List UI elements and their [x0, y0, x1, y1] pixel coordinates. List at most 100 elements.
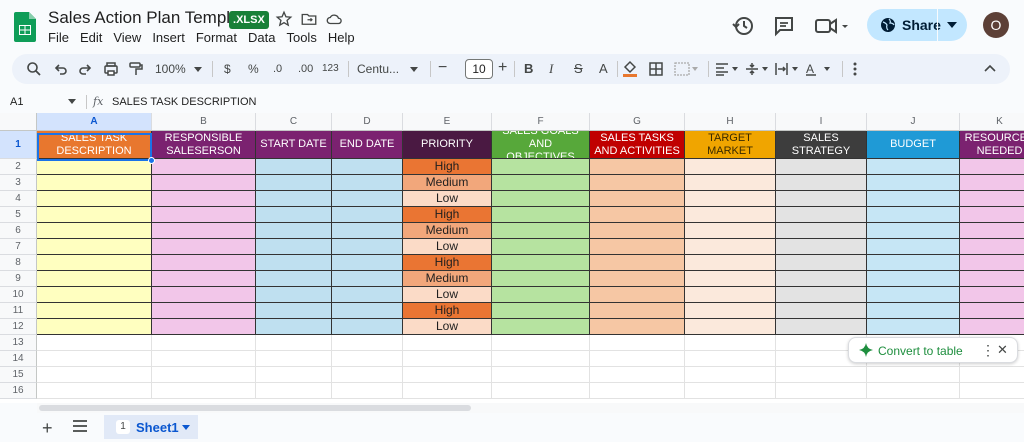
text-wrapping-icon[interactable]	[775, 61, 799, 77]
row-header-7[interactable]: 7	[0, 239, 37, 255]
data-cell[interactable]	[685, 287, 776, 303]
column-header-e[interactable]: E	[403, 113, 492, 131]
empty-cell[interactable]	[152, 367, 256, 383]
header-cell-h[interactable]: TARGET MARKET	[685, 131, 776, 159]
row-header-3[interactable]: 3	[0, 175, 37, 191]
header-cell-k[interactable]: RESOURCES NEEDED	[960, 131, 1024, 159]
data-cell[interactable]	[960, 191, 1024, 207]
cloud-saved-icon[interactable]	[325, 10, 343, 28]
priority-cell[interactable]: High	[403, 159, 492, 175]
data-cell[interactable]	[256, 319, 332, 335]
empty-cell[interactable]	[492, 383, 590, 399]
share-dropdown-icon[interactable]	[947, 22, 957, 28]
column-header-k[interactable]: K	[960, 113, 1024, 131]
data-cell[interactable]	[332, 255, 403, 271]
data-cell[interactable]	[867, 175, 960, 191]
data-cell[interactable]	[152, 239, 256, 255]
data-cell[interactable]	[960, 207, 1024, 223]
increase-decimal-button[interactable]: .00	[298, 61, 313, 77]
name-box[interactable]: A1	[10, 96, 23, 108]
column-header-i[interactable]: I	[776, 113, 867, 131]
empty-cell[interactable]	[152, 383, 256, 399]
version-history-icon[interactable]	[731, 14, 755, 38]
data-cell[interactable]	[332, 287, 403, 303]
data-cell[interactable]	[256, 239, 332, 255]
add-sheet-icon[interactable]: +	[42, 418, 53, 439]
collapse-toolbar-icon[interactable]	[984, 61, 996, 77]
number-format-button[interactable]: 123	[322, 61, 339, 77]
data-cell[interactable]	[867, 239, 960, 255]
empty-cell[interactable]	[332, 351, 403, 367]
priority-cell[interactable]: High	[403, 255, 492, 271]
data-cell[interactable]	[960, 159, 1024, 175]
data-cell[interactable]	[256, 207, 332, 223]
data-cell[interactable]	[867, 303, 960, 319]
horizontal-scrollbar[interactable]	[37, 403, 1024, 413]
empty-cell[interactable]	[492, 335, 590, 351]
data-cell[interactable]	[776, 303, 867, 319]
empty-cell[interactable]	[403, 367, 492, 383]
empty-cell[interactable]	[332, 335, 403, 351]
empty-cell[interactable]	[776, 367, 867, 383]
data-cell[interactable]	[776, 191, 867, 207]
priority-cell[interactable]: Low	[403, 239, 492, 255]
data-cell[interactable]	[960, 239, 1024, 255]
vertical-align-icon[interactable]	[745, 61, 769, 77]
data-cell[interactable]	[37, 207, 152, 223]
empty-cell[interactable]	[492, 351, 590, 367]
data-cell[interactable]	[590, 223, 685, 239]
header-cell-b[interactable]: RESPONSIBLE SALESERSON	[152, 131, 256, 159]
scrollbar-thumb[interactable]	[39, 405, 471, 411]
priority-cell[interactable]: High	[403, 207, 492, 223]
data-cell[interactable]	[960, 223, 1024, 239]
data-cell[interactable]	[867, 255, 960, 271]
data-cell[interactable]	[492, 191, 590, 207]
data-cell[interactable]	[37, 303, 152, 319]
menu-view[interactable]: View	[113, 30, 141, 45]
data-cell[interactable]	[256, 287, 332, 303]
name-box-dropdown-icon[interactable]	[68, 99, 76, 104]
row-header-5[interactable]: 5	[0, 207, 37, 223]
data-cell[interactable]	[492, 239, 590, 255]
data-cell[interactable]	[590, 287, 685, 303]
data-cell[interactable]	[152, 287, 256, 303]
data-cell[interactable]	[867, 223, 960, 239]
data-cell[interactable]	[152, 191, 256, 207]
row-header-9[interactable]: 9	[0, 271, 37, 287]
data-cell[interactable]	[37, 319, 152, 335]
fill-handle[interactable]	[148, 157, 155, 164]
data-cell[interactable]	[590, 239, 685, 255]
empty-cell[interactable]	[685, 383, 776, 399]
data-cell[interactable]	[332, 319, 403, 335]
priority-cell[interactable]: Low	[403, 319, 492, 335]
share-button[interactable]: Share	[867, 9, 967, 41]
decrease-decimal-button[interactable]: .0	[273, 61, 282, 77]
data-cell[interactable]	[685, 223, 776, 239]
data-cell[interactable]	[152, 159, 256, 175]
data-cell[interactable]	[590, 271, 685, 287]
data-cell[interactable]	[590, 191, 685, 207]
data-cell[interactable]	[776, 271, 867, 287]
select-all-corner[interactable]	[0, 113, 37, 131]
column-header-j[interactable]: J	[867, 113, 960, 131]
convert-to-table-chip[interactable]: Convert to table ⋮ ✕	[848, 337, 1018, 363]
data-cell[interactable]	[776, 255, 867, 271]
meet-video-icon[interactable]	[813, 14, 849, 38]
priority-cell[interactable]: Medium	[403, 175, 492, 191]
priority-cell[interactable]: Medium	[403, 271, 492, 287]
data-cell[interactable]	[960, 175, 1024, 191]
data-cell[interactable]	[685, 159, 776, 175]
row-header-4[interactable]: 4	[0, 191, 37, 207]
column-header-h[interactable]: H	[685, 113, 776, 131]
data-cell[interactable]	[37, 287, 152, 303]
menu-edit[interactable]: Edit	[80, 30, 102, 45]
header-cell-j[interactable]: BUDGET	[867, 131, 960, 159]
data-cell[interactable]	[152, 303, 256, 319]
data-cell[interactable]	[960, 287, 1024, 303]
merge-cells-icon[interactable]	[674, 61, 698, 77]
column-header-d[interactable]: D	[332, 113, 403, 131]
font-dropdown-icon[interactable]	[410, 61, 418, 77]
data-cell[interactable]	[685, 191, 776, 207]
fill-color-icon[interactable]	[622, 59, 638, 77]
increase-font-size-button[interactable]: +	[498, 60, 507, 77]
